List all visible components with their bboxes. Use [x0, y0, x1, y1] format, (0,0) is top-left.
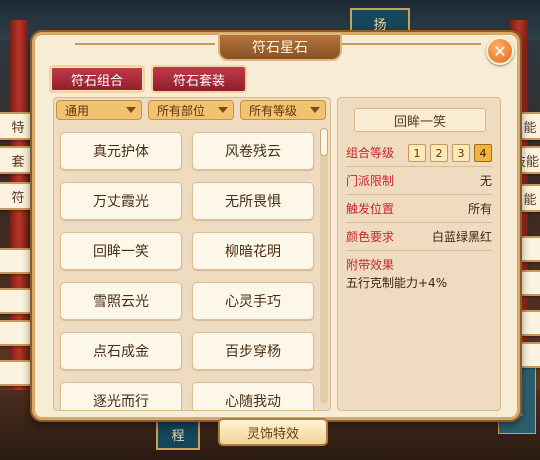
combo-item[interactable]: 点石成金 — [60, 332, 182, 370]
level-selector: 1 2 3 4 — [408, 144, 496, 162]
level-button-3[interactable]: 3 — [452, 144, 470, 162]
filter-school[interactable]: 通用 — [56, 100, 142, 120]
combo-item[interactable]: 无所畏惧 — [192, 182, 314, 220]
divider — [346, 194, 492, 195]
level-button-1[interactable]: 1 — [408, 144, 426, 162]
dialog-title: 符石星石 — [218, 33, 342, 61]
side-tab-left-5[interactable] — [0, 288, 36, 314]
side-tab-left-6[interactable] — [0, 320, 36, 346]
combo-item[interactable]: 柳暗花明 — [192, 232, 314, 270]
combo-item[interactable]: 心随我动 — [192, 382, 314, 410]
filter-school-label: 通用 — [65, 103, 90, 118]
sect-row: 门派限制 无 — [346, 170, 496, 190]
level-button-4[interactable]: 4 — [474, 144, 492, 162]
close-button[interactable]: ✕ — [486, 37, 514, 65]
color-row: 颜色要求 白蓝绿黑红 — [346, 226, 496, 246]
combo-detail-name: 回眸一笑 — [354, 108, 486, 132]
tab-rune-combo[interactable]: 符石组合 — [49, 65, 145, 93]
sect-label: 门派限制 — [346, 173, 395, 188]
color-label: 颜色要求 — [346, 229, 395, 244]
side-tab-left-4[interactable] — [0, 248, 36, 274]
accessory-effects-button[interactable]: 灵饰特效 — [218, 418, 328, 446]
combo-level-label: 组合等级 — [346, 145, 395, 160]
chevron-down-icon — [310, 107, 320, 113]
combo-list-panel: 通用 所有部位 所有等级 真元护体 风卷残云 万丈霞光 无所畏惧 回眸一笑 柳暗… — [53, 97, 331, 411]
combo-item[interactable]: 心灵手巧 — [192, 282, 314, 320]
list-scrollbar[interactable] — [320, 128, 328, 404]
divider — [346, 250, 492, 251]
combo-level-row: 组合等级 1 2 3 4 — [346, 142, 496, 162]
combo-item[interactable]: 万丈霞光 — [60, 182, 182, 220]
filter-level-label: 所有等级 — [249, 103, 298, 118]
scrollbar-thumb[interactable] — [320, 128, 328, 156]
combo-item[interactable]: 百步穿杨 — [192, 332, 314, 370]
background-pillar-left — [10, 20, 28, 410]
close-icon: ✕ — [493, 41, 507, 61]
title-decoration-right — [341, 43, 481, 45]
filter-slot-label: 所有部位 — [157, 103, 206, 118]
effect-value-row: 五行克制能力+4% — [346, 272, 496, 292]
side-tab-left-7[interactable] — [0, 360, 36, 386]
divider — [346, 222, 492, 223]
combo-item[interactable]: 风卷残云 — [192, 132, 314, 170]
level-button-2[interactable]: 2 — [430, 144, 448, 162]
tab-rune-set[interactable]: 符石套装 — [151, 65, 247, 93]
divider — [346, 166, 492, 167]
effect-label-row: 附带效果 — [346, 254, 496, 274]
effect-label: 附带效果 — [346, 257, 395, 272]
chevron-down-icon — [218, 107, 228, 113]
background-bottom-sign-left: 程 — [156, 418, 200, 450]
title-decoration-left — [75, 43, 215, 45]
effect-value: 五行克制能力+4% — [346, 275, 448, 290]
filter-level[interactable]: 所有等级 — [240, 100, 326, 120]
combo-item[interactable]: 真元护体 — [60, 132, 182, 170]
slot-value: 所有 — [467, 201, 492, 216]
combo-item[interactable]: 回眸一笑 — [60, 232, 182, 270]
chevron-down-icon — [126, 107, 136, 113]
combo-item[interactable]: 雪照云光 — [60, 282, 182, 320]
color-value: 白蓝绿黑红 — [431, 229, 492, 244]
slot-label: 触发位置 — [346, 201, 395, 216]
sect-value: 无 — [479, 173, 492, 188]
rune-stone-dialog: 符石星石 ✕ 符石组合 符石套装 通用 所有部位 所有等级 真元护体 风卷残云 … — [32, 32, 520, 420]
slot-row: 触发位置 所有 — [346, 198, 496, 218]
filter-slot[interactable]: 所有部位 — [148, 100, 234, 120]
combo-detail-panel: 回眸一笑 组合等级 1 2 3 4 门派限制 无 触发位置 所有 颜色要求 白蓝… — [337, 97, 501, 411]
combo-item[interactable]: 逐光而行 — [60, 382, 182, 410]
